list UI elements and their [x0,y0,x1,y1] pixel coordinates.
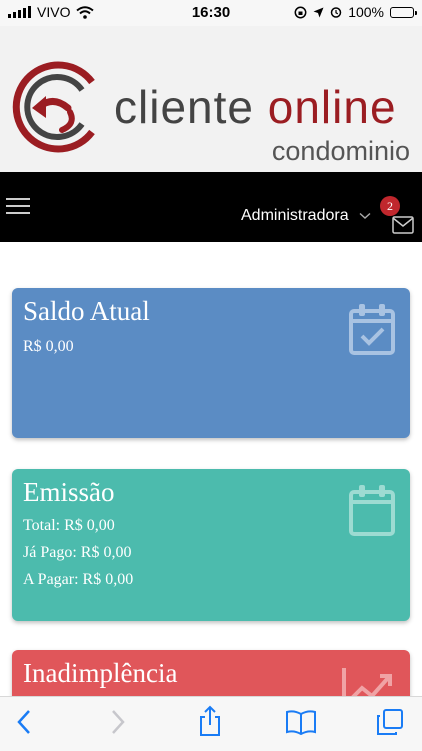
share-icon[interactable] [198,705,222,737]
emissao-ja-pago: Já Pago: R$ 0,00 [23,544,132,561]
emissao-total: Total: R$ 0,00 [23,517,115,534]
logo-title: cliente online [114,84,397,130]
logo-icon [12,61,95,153]
location-arrow-icon [313,7,324,17]
browser-toolbar [0,696,422,751]
forward-arrow-icon[interactable] [110,709,126,735]
logo-word-cliente: cliente [114,81,254,133]
chevron-down-icon [359,212,371,219]
user-menu-dropdown[interactable]: Administradora [241,207,371,225]
messages-badge[interactable]: 2 [380,196,400,216]
tabs-icon[interactable] [376,708,404,736]
inadimplencia-title: Inadimplência [23,658,178,688]
logo-subtitle: condominio [271,136,410,166]
user-menu-label: Administradora [241,207,349,224]
logo-word-online: online [267,81,397,133]
calendar-check-icon [349,304,395,355]
emissao-a-pagar: A Pagar: R$ 0,00 [23,571,134,588]
emissao-card[interactable]: Emissão Total: R$ 0,00 Já Pago: R$ 0,00 … [12,469,410,621]
mail-icon[interactable] [392,216,414,234]
status-bar: VIVO 16:30 100% [0,0,422,26]
saldo-atual-value: R$ 0,00 [23,338,74,355]
bookmarks-icon[interactable] [285,709,317,735]
battery-percent: 100% [348,4,384,20]
battery-icon [390,6,417,18]
saldo-atual-title: Saldo Atual [23,296,150,326]
saldo-atual-card[interactable]: Saldo Atual R$ 0,00 [12,288,410,438]
back-arrow-icon[interactable] [16,709,32,735]
nav-bar: Administradora [0,172,422,242]
alarm-icon [330,7,342,18]
hamburger-menu-icon[interactable] [6,198,30,216]
logo-header: cliente online condominio [0,26,422,172]
calendar-icon [349,485,395,536]
emissao-title: Emissão [23,477,115,507]
screen-lock-icon [294,6,307,18]
status-right: 100% [294,4,417,20]
